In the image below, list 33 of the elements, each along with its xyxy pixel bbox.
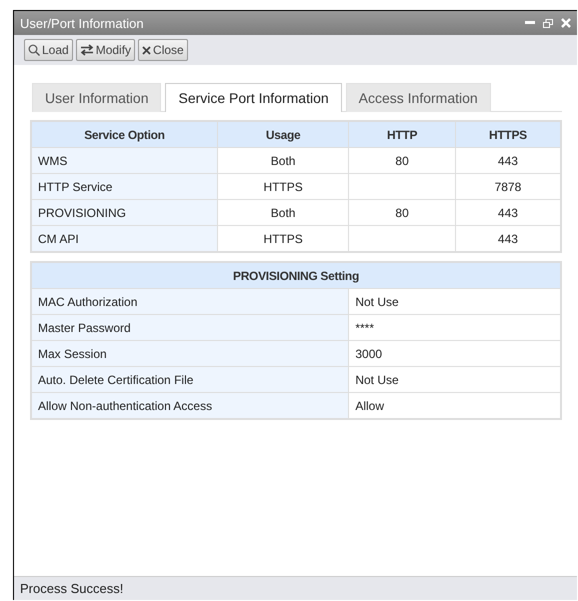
column-header: HTTPS bbox=[455, 121, 561, 148]
section-header: PROVISIONING Setting bbox=[31, 262, 561, 288]
close-icon[interactable] bbox=[561, 18, 571, 28]
table-cell: HTTPS bbox=[217, 174, 349, 200]
window-title: User/Port Information bbox=[20, 16, 145, 30]
modify-button[interactable]: Modify bbox=[76, 39, 136, 61]
setting-label: Allow Non-authentication Access bbox=[31, 392, 349, 419]
table-cell: CM API bbox=[31, 226, 218, 252]
restore-icon[interactable] bbox=[543, 18, 553, 28]
setting-label: MAC Authorization bbox=[31, 288, 349, 314]
search-icon bbox=[28, 44, 40, 56]
table-cell: Both bbox=[217, 148, 349, 174]
close-icon bbox=[142, 46, 152, 54]
column-header: HTTP bbox=[348, 121, 456, 148]
setting-label: Max Session bbox=[31, 340, 349, 366]
swap-arrows-icon bbox=[80, 44, 94, 56]
minimize-icon[interactable] bbox=[525, 21, 535, 25]
table-cell: PROVISIONING bbox=[31, 200, 218, 226]
setting-label: Auto. Delete Certification File bbox=[31, 366, 349, 392]
setting-label: Master Password bbox=[31, 314, 349, 340]
close-button[interactable]: Close bbox=[138, 39, 188, 61]
table-cell: HTTP Service bbox=[31, 174, 218, 200]
column-header: Service Option bbox=[31, 121, 218, 148]
table-cell: WMS bbox=[31, 148, 218, 174]
table-cell: 80 bbox=[348, 200, 456, 226]
tab[interactable]: Access Information bbox=[346, 83, 491, 112]
tab[interactable]: Service Port Information bbox=[165, 83, 342, 112]
status-message: Process Success! bbox=[20, 581, 124, 596]
table-cell: Both bbox=[217, 200, 349, 226]
table-cell: 80 bbox=[348, 148, 456, 174]
column-header: Usage bbox=[217, 121, 349, 148]
tab[interactable]: User Information bbox=[32, 83, 162, 112]
load-button[interactable]: Load bbox=[24, 39, 73, 61]
